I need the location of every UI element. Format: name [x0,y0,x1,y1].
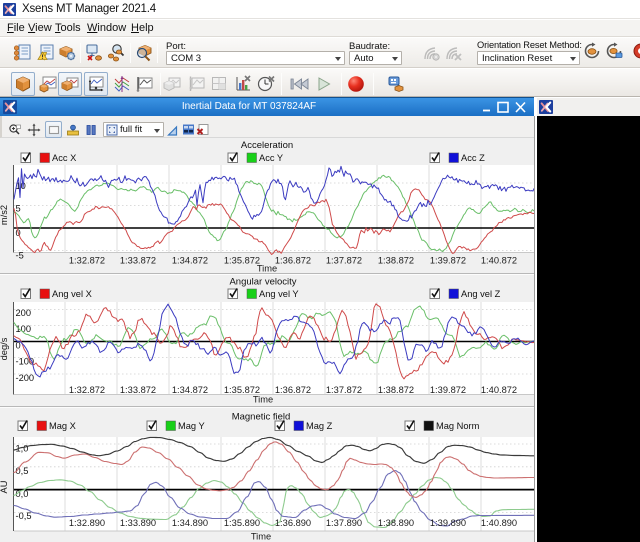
svg-text:1:40.890: 1:40.890 [481,518,517,528]
svg-text:Time: Time [251,532,271,542]
svg-text:1:32.872: 1:32.872 [69,385,105,395]
svg-text:Time: Time [253,395,273,405]
svg-text:Acc Z: Acc Z [461,153,485,163]
svg-text:Time: Time [257,264,277,274]
svg-text:deg/s: deg/s [0,337,9,360]
svg-text:-200: -200 [16,373,35,383]
svg-text:AU: AU [0,481,9,494]
svg-text:Acceleration: Acceleration [241,140,293,151]
svg-text:1:37.890: 1:37.890 [326,518,362,528]
svg-text:1:34.872: 1:34.872 [172,256,208,266]
svg-text:1:35.890: 1:35.890 [224,518,260,528]
svg-text:Ang vel Z: Ang vel Z [461,289,501,299]
svg-text:1:39.890: 1:39.890 [430,518,466,528]
svg-text:-0,5: -0,5 [16,511,32,521]
svg-text:200: 200 [16,308,32,318]
svg-text:1:33.872: 1:33.872 [120,385,156,395]
svg-text:1:36.872: 1:36.872 [275,256,311,266]
svg-text:1:32.872: 1:32.872 [69,256,105,266]
svg-text:Acc X: Acc X [52,153,76,163]
svg-text:Acc Y: Acc Y [259,153,283,163]
svg-text:1:36.890: 1:36.890 [275,518,311,528]
svg-text:Ang vel Y: Ang vel Y [259,289,299,299]
svg-text:1:38.890: 1:38.890 [378,518,414,528]
svg-text:1:34.890: 1:34.890 [172,518,208,528]
svg-text:1:34.872: 1:34.872 [172,385,208,395]
svg-text:1:40.872: 1:40.872 [481,385,517,395]
svg-text:1:36.872: 1:36.872 [275,385,311,395]
svg-text:Ang vel X: Ang vel X [52,289,92,299]
svg-text:1:37.872: 1:37.872 [326,385,362,395]
svg-text:Mag X: Mag X [49,421,76,431]
svg-text:1:40.872: 1:40.872 [481,256,517,266]
svg-text:1:32.890: 1:32.890 [69,518,105,528]
svg-text:1:38.872: 1:38.872 [378,256,414,266]
svg-text:1:33.872: 1:33.872 [120,256,156,266]
svg-text:Mag Y: Mag Y [178,421,205,431]
svg-text:1:37.872: 1:37.872 [326,256,362,266]
svg-text:1:38.872: 1:38.872 [378,385,414,395]
svg-text:-5: -5 [16,251,24,261]
svg-text:1:39.872: 1:39.872 [430,385,466,395]
svg-text:1:33.890: 1:33.890 [120,518,156,528]
svg-text:1:39.872: 1:39.872 [430,256,466,266]
svg-text:5: 5 [16,204,21,214]
svg-text:Mag Norm: Mag Norm [436,421,480,431]
svg-text:m/s2: m/s2 [0,205,9,225]
svg-text:Angular velocity: Angular velocity [229,277,296,288]
svg-text:1:35.872: 1:35.872 [224,256,260,266]
svg-text:-100: -100 [16,357,35,367]
svg-text:Mag Z: Mag Z [306,421,333,431]
